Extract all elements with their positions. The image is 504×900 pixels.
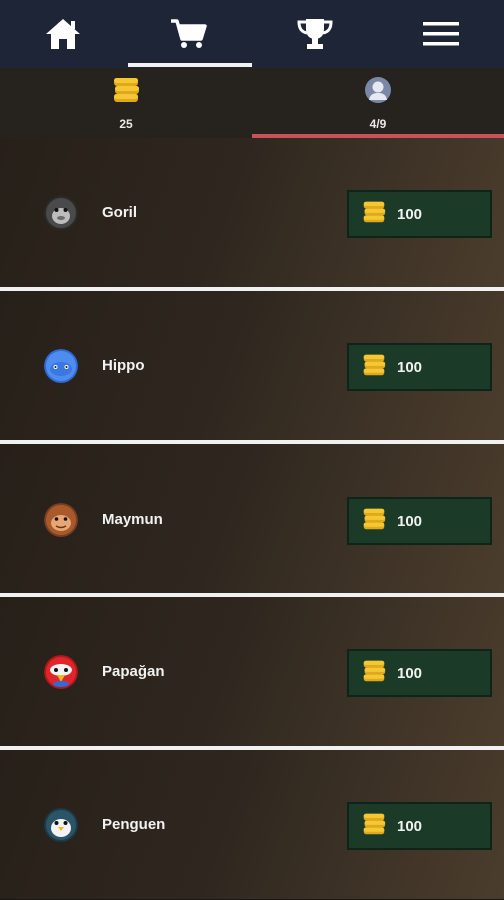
characters-count: 4/9 — [369, 117, 387, 131]
top-navbar — [0, 0, 504, 68]
penguin-icon — [44, 808, 78, 842]
item-price: 100 — [397, 512, 423, 530]
tab-shop[interactable] — [126, 0, 252, 68]
tab-home[interactable] — [0, 0, 126, 68]
tab-menu[interactable] — [378, 0, 504, 68]
buy-button[interactable]: 100 — [347, 343, 492, 391]
buy-button[interactable]: 100 — [347, 649, 492, 697]
item-name: Papağan — [102, 663, 165, 680]
monkey-icon — [44, 503, 78, 537]
hippo-icon — [44, 349, 78, 383]
coins-icon — [361, 812, 387, 841]
coins-icon — [361, 507, 387, 536]
gorilla-icon — [44, 196, 78, 230]
shop-item: Maymun 100 — [0, 444, 504, 593]
item-name: Maymun — [102, 511, 163, 528]
tab-leaderboard[interactable] — [252, 0, 378, 68]
coins-count: 25 — [119, 117, 133, 131]
item-price: 100 — [397, 664, 423, 682]
shop-item: Papağan 100 — [0, 597, 504, 746]
coins-icon — [361, 200, 387, 229]
home-icon — [44, 17, 82, 51]
characters-stat[interactable]: 4/9 — [252, 68, 504, 138]
item-price: 100 — [397, 358, 423, 376]
user-icon — [364, 76, 392, 109]
item-price: 100 — [397, 817, 423, 835]
stats-bar: 25 4/9 — [0, 68, 504, 138]
coins-icon — [361, 659, 387, 688]
buy-button[interactable]: 100 — [347, 802, 492, 850]
item-price: 100 — [397, 205, 423, 223]
shop-item: Penguen 100 — [0, 750, 504, 899]
buy-button[interactable]: 100 — [347, 497, 492, 545]
buy-button[interactable]: 100 — [347, 190, 492, 238]
coins-stat[interactable]: 25 — [0, 68, 252, 138]
coins-icon — [361, 353, 387, 382]
hamburger-menu-icon — [422, 19, 460, 49]
cart-icon — [169, 17, 209, 51]
shop-list: Goril 100 Hippo 100 Maymun 100 Papağan 1… — [0, 138, 504, 900]
item-name: Goril — [102, 204, 138, 221]
item-name: Hippo — [102, 357, 145, 374]
shop-item: Hippo 100 — [0, 291, 504, 440]
item-name: Penguen — [102, 816, 166, 833]
trophy-icon — [296, 16, 334, 52]
shop-item: Goril 100 — [0, 138, 504, 287]
parrot-icon — [44, 655, 78, 689]
coins-icon — [111, 76, 141, 109]
